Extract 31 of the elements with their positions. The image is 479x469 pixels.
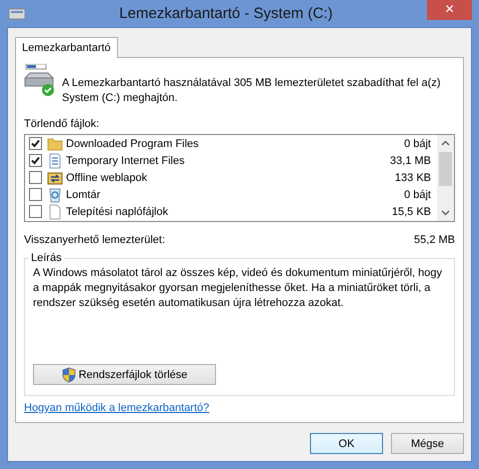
page-icon <box>47 204 63 220</box>
document-icon <box>47 152 63 168</box>
file-list-item[interactable]: Lomtár 0 bájt <box>29 186 437 203</box>
intro-text: A Lemezkarbantartó használatával 305 MB lemezterületet szabadíthat fel a(z) System (C:) meghajtón. <box>62 76 442 106</box>
recoverable-value: 55,2 MB <box>414 234 455 246</box>
help-link[interactable]: Hogyan működik a lemezkarbantartó? <box>24 402 210 414</box>
cancel-button[interactable]: Mégse <box>391 433 464 454</box>
ok-button[interactable]: OK <box>310 433 383 454</box>
disk-cleanup-icon <box>9 8 25 20</box>
checkbox[interactable] <box>29 188 42 201</box>
clean-system-files-button[interactable]: Rendszerfájlok törlése <box>33 364 216 385</box>
file-list-item[interactable]: Offline weblapok 133 KB <box>29 169 437 186</box>
scrollbar[interactable] <box>437 135 454 221</box>
recycle-bin-icon <box>47 186 63 202</box>
files-label: Törlendő fájlok: <box>24 118 100 130</box>
file-list-item[interactable]: Telepítési naplófájlok 15,5 KB <box>29 203 437 220</box>
checkbox[interactable] <box>29 154 42 167</box>
checkbox[interactable] <box>29 205 42 218</box>
checkbox[interactable] <box>29 171 42 184</box>
description-text: A Windows másolatot tárol az összes kép, videó és dokumentum miniatűrjéről, hogy a mappák megnyitásakor gyorsan megjeleníthesse őket. Ha a miniatűröket törli, a rendszer szükség esetén automatikusan újra létrehozza azokat. <box>33 266 444 311</box>
recoverable-label: Visszanyerhető lemezterület: <box>24 234 166 246</box>
folder-icon <box>47 136 63 152</box>
checkbox[interactable] <box>29 137 42 150</box>
group-title: Leírás <box>30 252 63 264</box>
tab[interactable]: Lemezkarbantartó <box>15 37 118 58</box>
file-list-item[interactable]: Downloaded Program Files 0 bájt <box>29 135 437 152</box>
window-title: Lemezkarbantartó - System (C:) <box>118 5 334 22</box>
file-list-item[interactable]: Temporary Internet Files 33,1 MB <box>29 152 437 169</box>
close-button[interactable]: × <box>427 0 472 20</box>
shield-icon <box>62 366 76 382</box>
sync-icon <box>47 170 63 186</box>
